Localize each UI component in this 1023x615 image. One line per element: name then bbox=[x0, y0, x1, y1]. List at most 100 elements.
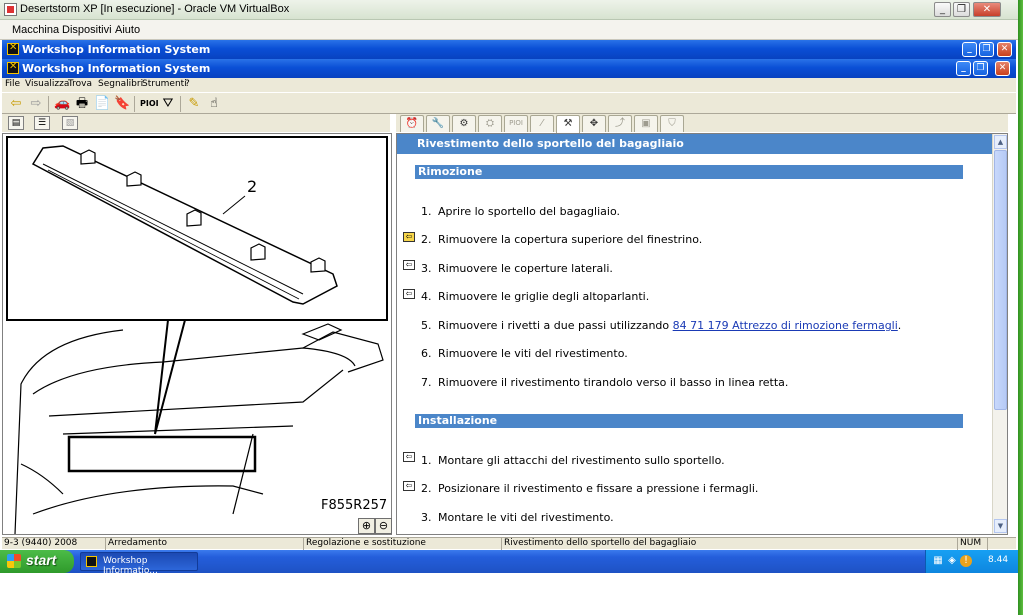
car-icon[interactable]: 🚗 bbox=[54, 96, 70, 112]
vbox-menu-dispositivi[interactable]: Dispositivi bbox=[62, 24, 112, 36]
trunk-lid-trim-illustration: 2 F855R257 bbox=[6, 136, 388, 534]
tools-icon[interactable]: ⚒ bbox=[556, 115, 580, 133]
illustration-pane: 2 F855R257 bbox=[2, 133, 392, 535]
step-text: Montare gli attacchi del rivestimento su… bbox=[438, 454, 725, 467]
section-heading-label: Installazione bbox=[418, 414, 498, 427]
outer-minimize-button[interactable]: _ bbox=[962, 42, 977, 57]
removal-step-1: 1. Aprire lo sportello del bagagliaio. bbox=[421, 205, 620, 218]
install-step-3: 3. Montare le viti del rivestimento. bbox=[421, 511, 614, 524]
pen-icon[interactable]: ⁄ bbox=[530, 115, 554, 132]
main-toolbar: ⇦ ⇨ 🚗 🖶 📄 🔖 PIOI ⛛ ✎ ☝ bbox=[2, 92, 1016, 114]
component-icon[interactable]: ⛭ bbox=[478, 115, 502, 132]
tool-link[interactable]: 84 71 179 Attrezzo di rimozione fermagli bbox=[673, 319, 898, 332]
outer-close-button[interactable]: ✕ bbox=[997, 42, 1012, 57]
vbox-menu-aiuto[interactable]: Aiuto bbox=[115, 24, 140, 36]
vbox-title: Desertstorm XP [In esecuzione] - Oracle … bbox=[20, 3, 290, 15]
start-label: start bbox=[26, 552, 57, 568]
wrench-icon[interactable]: 🔧 bbox=[426, 115, 450, 132]
diagnostic-icon[interactable]: ▣ bbox=[634, 115, 658, 132]
gears-icon[interactable]: ⚙ bbox=[452, 115, 476, 132]
vbox-restore-button[interactable]: ❐ bbox=[953, 2, 970, 17]
outer-window-title: Workshop Information System bbox=[22, 43, 211, 56]
install-step-2: 2. Posizionare il rivestimento e fissare … bbox=[421, 482, 758, 495]
removal-step-2: 2. Rimuovere la copertura superiore del f… bbox=[421, 233, 702, 246]
status-document: Rivestimento dello sportello del bagagli… bbox=[502, 538, 958, 550]
pioi-button[interactable]: PIOI bbox=[140, 96, 159, 112]
step-number: 3. bbox=[421, 511, 432, 524]
pioi-tab[interactable]: PIOI bbox=[504, 115, 528, 132]
step-text: Rimuovere i rivetti a due passi utilizza… bbox=[438, 319, 673, 332]
export-icon[interactable]: 📄 bbox=[94, 96, 110, 112]
vbox-menu-macchina[interactable]: Macchina bbox=[12, 24, 59, 36]
image-view-tab[interactable]: ▧ bbox=[62, 116, 78, 130]
reference-arrow-icon[interactable]: ⇦ bbox=[403, 452, 415, 462]
menu-strumenti[interactable]: Strumenti bbox=[142, 79, 187, 89]
scroll-up-arrow-icon[interactable]: ▲ bbox=[994, 135, 1007, 149]
inner-restore-button[interactable]: ❐ bbox=[973, 61, 988, 76]
inner-minimize-button[interactable]: _ bbox=[956, 61, 971, 76]
menu-trova[interactable]: Trova bbox=[68, 79, 92, 89]
callout-label: 2 bbox=[247, 177, 257, 196]
section-heading-label: Rimozione bbox=[418, 165, 483, 178]
app-menubar: File Visualizza Trova Segnalibri Strumen… bbox=[2, 78, 1016, 92]
inner-window-titlebar[interactable]: Workshop Information System _ ❐ ✕ bbox=[2, 59, 1016, 78]
menu-visualizza[interactable]: Visualizza bbox=[25, 79, 69, 89]
status-group: Arredamento bbox=[106, 538, 304, 550]
security-alert-icon[interactable]: ! bbox=[960, 555, 972, 567]
wis-logo-icon bbox=[7, 42, 19, 55]
reference-arrow-icon[interactable]: ⇦ bbox=[403, 289, 415, 299]
vbox-app-icon bbox=[4, 3, 17, 16]
removal-step-7: 7. Rimuovere il rivestimento tirandolo ve… bbox=[421, 376, 788, 389]
volume-icon[interactable]: ◈ bbox=[946, 555, 958, 567]
vbox-titlebar[interactable]: Desertstorm XP [In esecuzione] - Oracle … bbox=[0, 0, 1018, 20]
vbox-close-button[interactable]: ✕ bbox=[973, 2, 1001, 17]
removal-step-5: 5. Rimuovere i rivetti a due passi utiliz… bbox=[421, 319, 901, 332]
zoom-in-button[interactable]: ⊕ bbox=[358, 518, 375, 534]
funnel-icon[interactable]: ⛉ bbox=[660, 115, 684, 132]
step-number: 1. bbox=[421, 205, 432, 218]
menu-file[interactable]: File bbox=[5, 79, 20, 89]
section-removal-heading: Rimozione bbox=[415, 165, 963, 179]
reference-arrow-icon[interactable]: ⇦ bbox=[403, 481, 415, 491]
document-scrollbar[interactable]: ▲ ▼ bbox=[992, 134, 1007, 534]
back-arrow-icon[interactable]: ⇦ bbox=[8, 96, 24, 112]
move-icon[interactable]: ✥ bbox=[582, 115, 606, 132]
wis-logo-icon bbox=[86, 556, 97, 567]
marker-icon[interactable]: ✎ bbox=[186, 96, 202, 112]
bookmark-icon[interactable]: 🔖 bbox=[114, 96, 130, 112]
clock-icon[interactable]: ⏰ bbox=[400, 115, 424, 132]
menu-help[interactable]: ? bbox=[185, 79, 190, 89]
step-text: Aprire lo sportello del bagagliaio. bbox=[438, 205, 620, 218]
left-pane-tabs: ▤ ☰ ▧ bbox=[2, 114, 390, 132]
vbox-minimize-button[interactable]: _ bbox=[934, 2, 951, 17]
network-icon[interactable]: ▦ bbox=[932, 555, 944, 567]
step-text: Rimuovere il rivestimento tirandolo vers… bbox=[438, 376, 789, 389]
inner-window-title: Workshop Information System bbox=[22, 62, 211, 75]
step-number: 2. bbox=[421, 233, 432, 246]
scroll-down-arrow-icon[interactable]: ▼ bbox=[994, 519, 1007, 533]
pointer-hand-icon[interactable]: ☝ bbox=[206, 96, 222, 112]
zoom-out-button[interactable]: ⊖ bbox=[375, 518, 392, 534]
list-view-tab[interactable]: ☰ bbox=[34, 116, 50, 130]
print-icon[interactable]: 🖶 bbox=[74, 96, 90, 112]
reference-arrow-icon[interactable]: ⇦ bbox=[403, 260, 415, 270]
outer-window-titlebar[interactable]: Workshop Information System _ ❐ ✕ bbox=[2, 40, 1016, 59]
tray-clock: 8.44 bbox=[988, 555, 1009, 565]
scroll-thumb[interactable] bbox=[994, 150, 1007, 410]
status-vehicle: 9-3 (9440) 2008 bbox=[2, 538, 106, 550]
step-number: 1. bbox=[421, 454, 432, 467]
tree-view-tab[interactable]: ▤ bbox=[8, 116, 24, 130]
inner-close-button[interactable]: ✕ bbox=[995, 61, 1010, 76]
outer-restore-button[interactable]: ❐ bbox=[979, 42, 994, 57]
taskbar-item-label: Workshop Informatio... bbox=[103, 556, 158, 576]
step-text: Rimuovere le griglie degli altoparlanti. bbox=[438, 290, 650, 303]
step-text: Montare le viti del rivestimento. bbox=[438, 511, 614, 524]
start-button[interactable]: start bbox=[0, 550, 74, 573]
step-number: 3. bbox=[421, 262, 432, 275]
menu-segnalibri[interactable]: Segnalibri bbox=[98, 79, 143, 89]
forward-arrow-icon[interactable]: ⇨ bbox=[28, 96, 44, 112]
filter-icon[interactable]: ⛛ bbox=[160, 96, 176, 112]
lift-icon[interactable]: ⤴ bbox=[608, 115, 632, 132]
reference-arrow-icon[interactable]: ⇦ bbox=[403, 232, 415, 242]
taskbar-item-wis[interactable]: Workshop Informatio... bbox=[80, 552, 198, 576]
